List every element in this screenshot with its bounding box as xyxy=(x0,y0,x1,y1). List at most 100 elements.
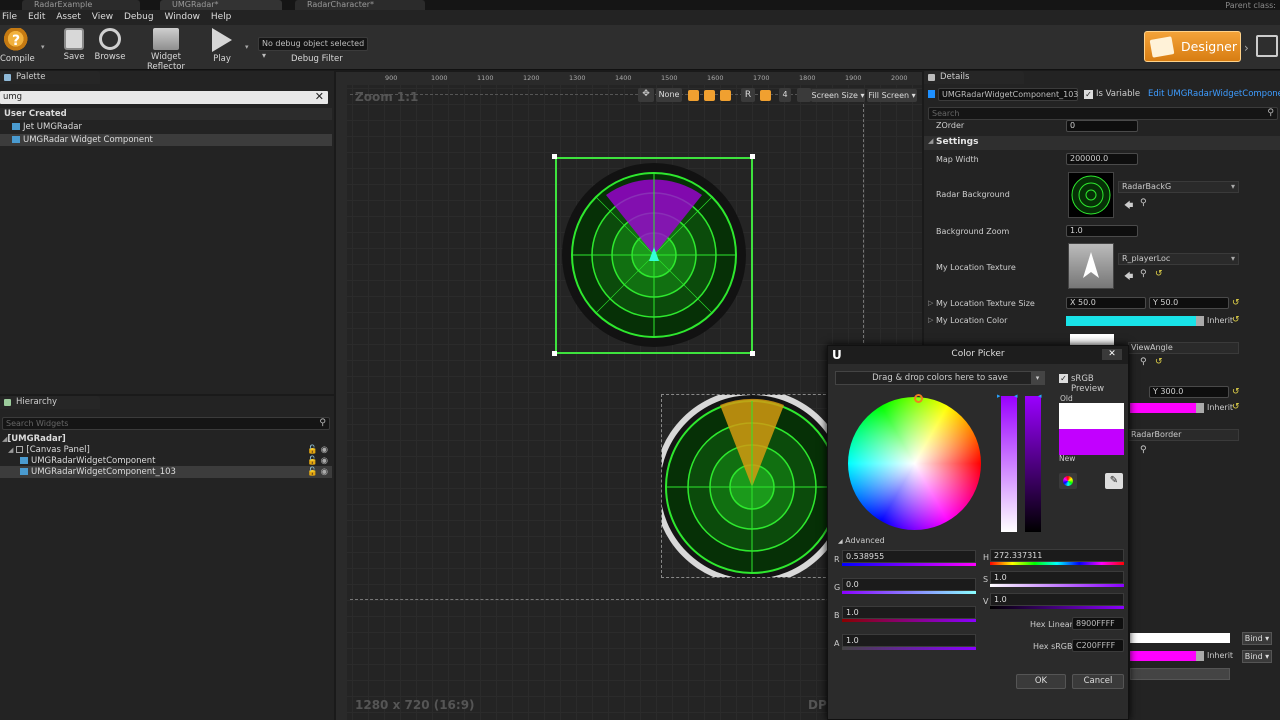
magenta-swatch[interactable] xyxy=(1130,403,1196,413)
background-zoom-input[interactable]: 1.0 xyxy=(1066,225,1138,237)
magenta-swatch[interactable] xyxy=(1130,651,1196,661)
slider-handle-icon[interactable]: ◂ xyxy=(1014,392,1018,400)
srgb-preview-checkbox[interactable]: ✓ xyxy=(1059,374,1068,383)
play-dropdown-icon[interactable]: ▾ xyxy=(245,43,249,51)
clear-search-icon[interactable]: ✕ xyxy=(315,90,324,103)
ok-button[interactable]: OK xyxy=(1016,674,1066,689)
reset-icon[interactable]: ↺ xyxy=(1232,402,1240,412)
inherit-label[interactable]: Inherit xyxy=(1207,316,1233,325)
saturation-slider[interactable] xyxy=(1001,396,1017,532)
hex-linear-input[interactable]: 8900FFFF xyxy=(1072,617,1124,630)
none-button[interactable]: None xyxy=(656,88,682,102)
text-field[interactable] xyxy=(1130,668,1230,680)
browse-asset-icon[interactable]: ⚲ xyxy=(1140,357,1147,367)
lock-icon[interactable]: 🔓 xyxy=(307,466,318,478)
radar-border-dropdown[interactable]: RadarBorder xyxy=(1128,429,1239,441)
expand-arrow-icon[interactable]: ▷ xyxy=(928,299,933,307)
grid-size-value[interactable]: 4 xyxy=(779,88,791,102)
h-slider-input[interactable]: 272.337311 xyxy=(990,549,1124,562)
eyedropper-icon[interactable]: ✎ xyxy=(1105,473,1123,489)
hex-srgb-input[interactable]: C200FFFF xyxy=(1072,639,1124,652)
radar-background-thumbnail[interactable] xyxy=(1068,172,1114,218)
designer-mode-button[interactable]: Designer xyxy=(1144,31,1241,62)
play-button[interactable]: Play xyxy=(205,28,239,64)
browse-asset-icon[interactable]: ⚲ xyxy=(1140,269,1147,279)
resize-handle[interactable] xyxy=(552,154,557,159)
map-width-input[interactable]: 200000.0 xyxy=(1066,153,1138,165)
widget-reflector-button[interactable]: Widget Reflector xyxy=(133,28,199,72)
browse-button[interactable]: Browse xyxy=(93,28,127,62)
a-slider-input[interactable]: 1.0 xyxy=(842,634,976,647)
menu-debug[interactable]: Debug xyxy=(124,10,154,25)
menu-window[interactable]: Window xyxy=(164,10,200,25)
localize-icon[interactable] xyxy=(720,90,731,101)
save-button[interactable]: Save xyxy=(60,28,88,62)
bind-button[interactable]: Bind ▾ xyxy=(1242,650,1272,663)
fill-screen-dropdown[interactable]: Fill Screen ▾ xyxy=(867,89,917,102)
g-slider-input[interactable]: 0.0 xyxy=(842,578,976,591)
close-icon[interactable]: ✕ xyxy=(1102,349,1122,360)
size-x-input[interactable]: X 50.0 xyxy=(1066,297,1146,309)
snap-icon[interactable] xyxy=(688,90,699,101)
size-y-input[interactable]: Y 50.0 xyxy=(1149,297,1229,309)
menu-asset[interactable]: Asset xyxy=(56,10,81,25)
radar-widget-2[interactable] xyxy=(661,394,831,578)
edit-component-link[interactable]: Edit UMGRadarWidgetComponent xyxy=(1148,89,1280,99)
reset-icon[interactable]: ↺ xyxy=(1155,357,1163,367)
y-300-input[interactable]: Y 300.0 xyxy=(1149,386,1229,398)
resize-handle[interactable] xyxy=(552,351,557,356)
tab-umg-radar[interactable]: UMGRadar* xyxy=(160,0,282,10)
details-tab[interactable]: Details xyxy=(924,71,1024,84)
palette-item-jet-umgradar[interactable]: Jet UMGRadar xyxy=(0,121,332,133)
debug-object-select[interactable]: No debug object selected ▾ xyxy=(258,37,368,60)
use-selected-asset-icon[interactable]: 🡄 xyxy=(1124,269,1133,285)
value-slider[interactable] xyxy=(1025,396,1041,532)
location-color-swatch[interactable] xyxy=(1066,316,1196,326)
r-slider-input[interactable]: 0.538955 xyxy=(842,550,976,563)
use-selected-asset-icon[interactable]: 🡄 xyxy=(1124,198,1133,214)
slider-handle-icon[interactable]: ▸ xyxy=(997,392,1001,400)
b-slider-input[interactable]: 1.0 xyxy=(842,606,976,619)
white-bar[interactable] xyxy=(1130,633,1230,643)
reset-icon[interactable]: ↺ xyxy=(1232,315,1240,325)
hierarchy-search-input[interactable]: Search Widgets ⚲ xyxy=(2,417,330,430)
device-icon[interactable] xyxy=(797,88,811,102)
hierarchy-tab[interactable]: Hierarchy xyxy=(0,396,100,409)
component-name-input[interactable]: UMGRadarWidgetComponent_103 xyxy=(938,88,1078,101)
resize-handle[interactable] xyxy=(750,154,755,159)
slider-handle-icon[interactable]: ◂ xyxy=(1038,392,1042,400)
settings-category[interactable]: ◢ Settings xyxy=(924,136,1280,150)
inherit-label[interactable]: Inherit xyxy=(1207,403,1233,412)
expand-arrow-icon[interactable]: ▷ xyxy=(928,316,933,324)
reset-icon[interactable]: ↺ xyxy=(1232,298,1240,308)
browse-asset-icon[interactable]: ⚲ xyxy=(1140,198,1147,208)
resize-handle[interactable] xyxy=(750,351,755,356)
zorder-input[interactable]: 0 xyxy=(1066,120,1138,132)
color-wheel-mode-icon[interactable] xyxy=(1059,473,1077,489)
compile-button[interactable]: ? Compile xyxy=(0,28,35,64)
browse-asset-icon[interactable]: ⚲ xyxy=(1140,445,1147,455)
menu-view[interactable]: View xyxy=(92,10,113,25)
is-variable-checkbox[interactable]: ✓ xyxy=(1084,90,1093,99)
visibility-icon[interactable]: ◉ xyxy=(321,466,328,478)
palette-category[interactable]: User Created xyxy=(0,108,332,120)
transform-icon[interactable]: ✥ xyxy=(638,88,654,102)
tab-radar-example[interactable]: RadarExample xyxy=(22,0,140,10)
menu-help[interactable]: Help xyxy=(211,10,232,25)
grid-snap-icon[interactable] xyxy=(704,90,715,101)
color-wheel[interactable] xyxy=(848,397,981,530)
palette-search-input[interactable]: umg ✕ xyxy=(0,90,328,104)
menu-file[interactable]: File xyxy=(2,10,17,25)
v-slider-input[interactable]: 1.0 xyxy=(990,593,1124,606)
color-wheel-cursor-icon[interactable] xyxy=(914,394,923,403)
compile-dropdown-icon[interactable]: ▾ xyxy=(41,43,45,51)
inherit-label[interactable]: Inherit xyxy=(1207,651,1233,660)
tab-radar-character[interactable]: RadarCharacter* xyxy=(295,0,425,10)
palette-item-umgradar-widget-component[interactable]: UMGRadar Widget Component xyxy=(0,134,332,146)
palette-tab[interactable]: Palette xyxy=(0,71,100,84)
dropdown-arrow-icon[interactable]: ▾ xyxy=(1031,372,1044,384)
grid-toggle-icon[interactable] xyxy=(760,90,771,101)
bind-button[interactable]: Bind ▾ xyxy=(1242,632,1272,645)
saved-colors-bar[interactable]: Drag & drop colors here to save ▾ xyxy=(835,371,1045,385)
respect-locks-button[interactable]: R xyxy=(741,88,755,102)
